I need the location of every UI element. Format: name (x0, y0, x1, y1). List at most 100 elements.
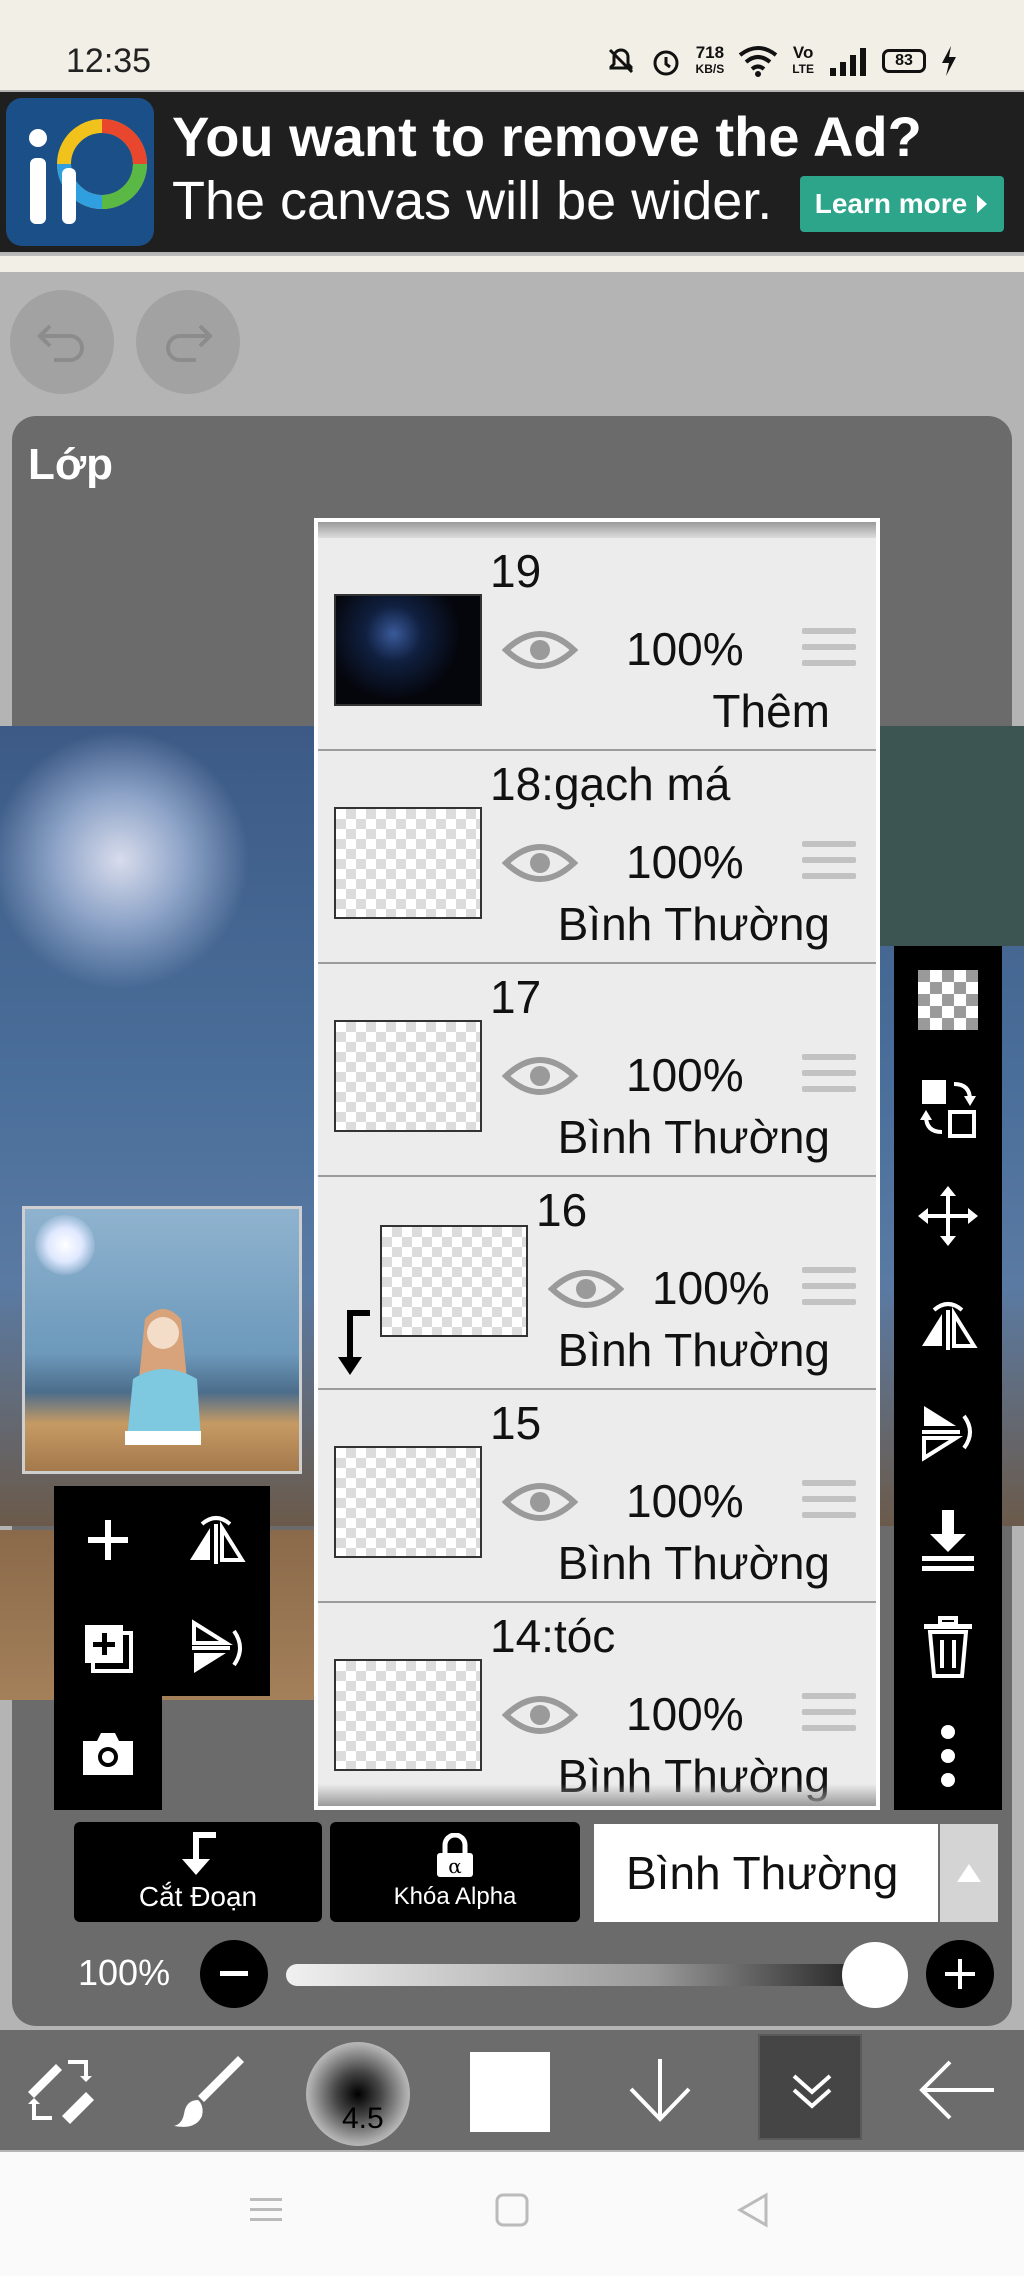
add-layer-button[interactable] (54, 1486, 162, 1594)
transparent-layer-button[interactable] (894, 946, 1002, 1054)
more-options-button[interactable] (894, 1702, 1002, 1810)
plus-icon (88, 1520, 128, 1560)
flip-layer-vertical-button[interactable] (894, 1378, 1002, 1486)
brush-icon (174, 2056, 244, 2127)
double-chevron-down-icon (792, 2074, 832, 2109)
eye-icon[interactable] (502, 839, 578, 887)
layer-blend-mode: Bình Thường (557, 1111, 830, 1163)
pen-eraser-swap-icon (28, 2060, 94, 2124)
layer-thumbnail (334, 1659, 482, 1771)
layer-blend-mode: Bình Thường (557, 1537, 830, 1589)
layer-item[interactable]: 18:gạch má 100% Bình Thường (318, 751, 876, 964)
mute-notification-icon (608, 48, 633, 74)
drag-handle-icon[interactable] (802, 1054, 856, 1102)
brush-tool-button[interactable] (160, 2030, 260, 2150)
opacity-decrease-button[interactable] (200, 1940, 268, 2008)
merge-down-icon (922, 1510, 974, 1571)
undo-button[interactable] (10, 290, 114, 394)
eye-icon[interactable] (548, 1265, 624, 1313)
flip-horizontal-button[interactable] (162, 1486, 270, 1594)
tool-selection-button[interactable] (10, 2030, 110, 2150)
layer-down-button[interactable] (610, 2030, 710, 2150)
ibispaint-logo (6, 98, 154, 246)
brush-size-button[interactable]: 4.5 (306, 2042, 410, 2146)
eye-icon[interactable] (502, 1052, 578, 1100)
drag-handle-icon[interactable] (802, 1267, 856, 1315)
camera-button[interactable] (54, 1700, 162, 1808)
clipping-button[interactable]: Cắt Đoạn (74, 1822, 322, 1922)
preview-character (125, 1309, 201, 1445)
swap-layer-icon (920, 1080, 976, 1138)
eye-icon[interactable] (502, 626, 578, 674)
battery-indicator: 83 (882, 49, 926, 73)
layer-panel-toggle-button[interactable] (758, 2034, 862, 2140)
brush-size-value: 4.5 (342, 2102, 384, 2135)
delete-layer-button[interactable] (894, 1594, 1002, 1702)
layer-thumbnail (334, 1446, 482, 1558)
layer-item[interactable]: 19 100% Thêm (318, 538, 876, 751)
checkerboard-icon (918, 970, 978, 1030)
learn-more-button[interactable]: Learn more (800, 176, 1004, 232)
preview-light (35, 1215, 95, 1275)
canvas-light (0, 730, 250, 990)
eye-icon[interactable] (502, 1478, 578, 1526)
layer-item[interactable]: 14:tóc 100% Bình Thường (318, 1603, 876, 1806)
flip-layer-horizontal-button[interactable] (894, 1270, 1002, 1378)
layer-opacity: 100% (626, 1049, 744, 1101)
layer-name: 16 (536, 1184, 588, 1236)
layer-name: 17 (490, 971, 542, 1023)
ad-banner[interactable]: You want to remove the Ad? The canvas wi… (0, 92, 1024, 252)
layer-item[interactable]: 16 100% Bình Thường (318, 1177, 876, 1390)
merge-down-button[interactable] (894, 1486, 1002, 1594)
flip-horizontal-icon (922, 1302, 978, 1350)
layer-blend-mode: Bình Thường (557, 898, 830, 950)
layer-list-bottom (318, 1784, 876, 1806)
layer-list[interactable]: 19 100% Thêm 18:gạch má 100% Bình Thường… (314, 518, 880, 1810)
plus-icon (945, 1959, 975, 1989)
network-speed: 718 KB/S (695, 43, 725, 76)
alpha-lock-button[interactable]: α Khóa Alpha (330, 1822, 580, 1922)
flip-vertical-icon (922, 1406, 972, 1462)
redo-button[interactable] (136, 290, 240, 394)
layer-opacity: 100% (626, 836, 744, 888)
drag-handle-icon[interactable] (802, 628, 856, 676)
flip-vertical-icon (192, 1619, 242, 1673)
swap-layer-button[interactable] (894, 1054, 1002, 1162)
color-button[interactable] (470, 2052, 550, 2132)
undo-icon (37, 324, 84, 362)
opacity-value: 100% (78, 1952, 171, 1993)
drag-handle-icon[interactable] (802, 1480, 856, 1528)
arrow-down-icon (629, 2059, 691, 2122)
blend-mode-dropdown-button[interactable] (940, 1824, 998, 1922)
eye-icon[interactable] (502, 1691, 578, 1739)
lock-alpha-icon: α (437, 1833, 473, 1878)
flip-horizontal-icon (190, 1516, 246, 1564)
opacity-slider-thumb[interactable] (842, 1942, 908, 2008)
home-icon[interactable] (494, 2192, 530, 2228)
chevron-right-icon (977, 195, 988, 213)
menu-icon[interactable] (248, 2192, 284, 2228)
layer-name: 15 (490, 1397, 542, 1449)
triangle-up-icon (957, 1864, 981, 1882)
opacity-increase-button[interactable] (926, 1940, 994, 2008)
move-button[interactable] (894, 1162, 1002, 1270)
layer-actions (54, 1486, 270, 1696)
status-bar: 12:35 718 KB/S Vo LTE 83 (0, 0, 1024, 90)
drag-handle-icon[interactable] (802, 1693, 856, 1741)
add-layer-copy-button[interactable] (54, 1594, 162, 1702)
flip-vertical-button[interactable] (162, 1594, 270, 1702)
back-nav-icon[interactable] (736, 2192, 772, 2228)
opacity-slider[interactable] (286, 1964, 896, 1986)
back-button[interactable] (906, 2030, 1006, 2150)
layer-item[interactable]: 17 100% Bình Thường (318, 964, 876, 1177)
drag-handle-icon[interactable] (802, 841, 856, 889)
layer-item[interactable]: 15 100% Bình Thường (318, 1390, 876, 1603)
clipping-arrow-icon (338, 1310, 370, 1375)
layer-name: 14:tóc (490, 1610, 616, 1662)
panel-title: Lớp (28, 440, 114, 489)
clipping-arrow-icon (182, 1832, 216, 1875)
move-icon (918, 1186, 978, 1246)
status-icons: 718 KB/S Vo LTE 83 (606, 40, 958, 82)
blend-mode-select[interactable]: Bình Thường (594, 1824, 938, 1922)
layer-thumbnail (334, 594, 482, 706)
